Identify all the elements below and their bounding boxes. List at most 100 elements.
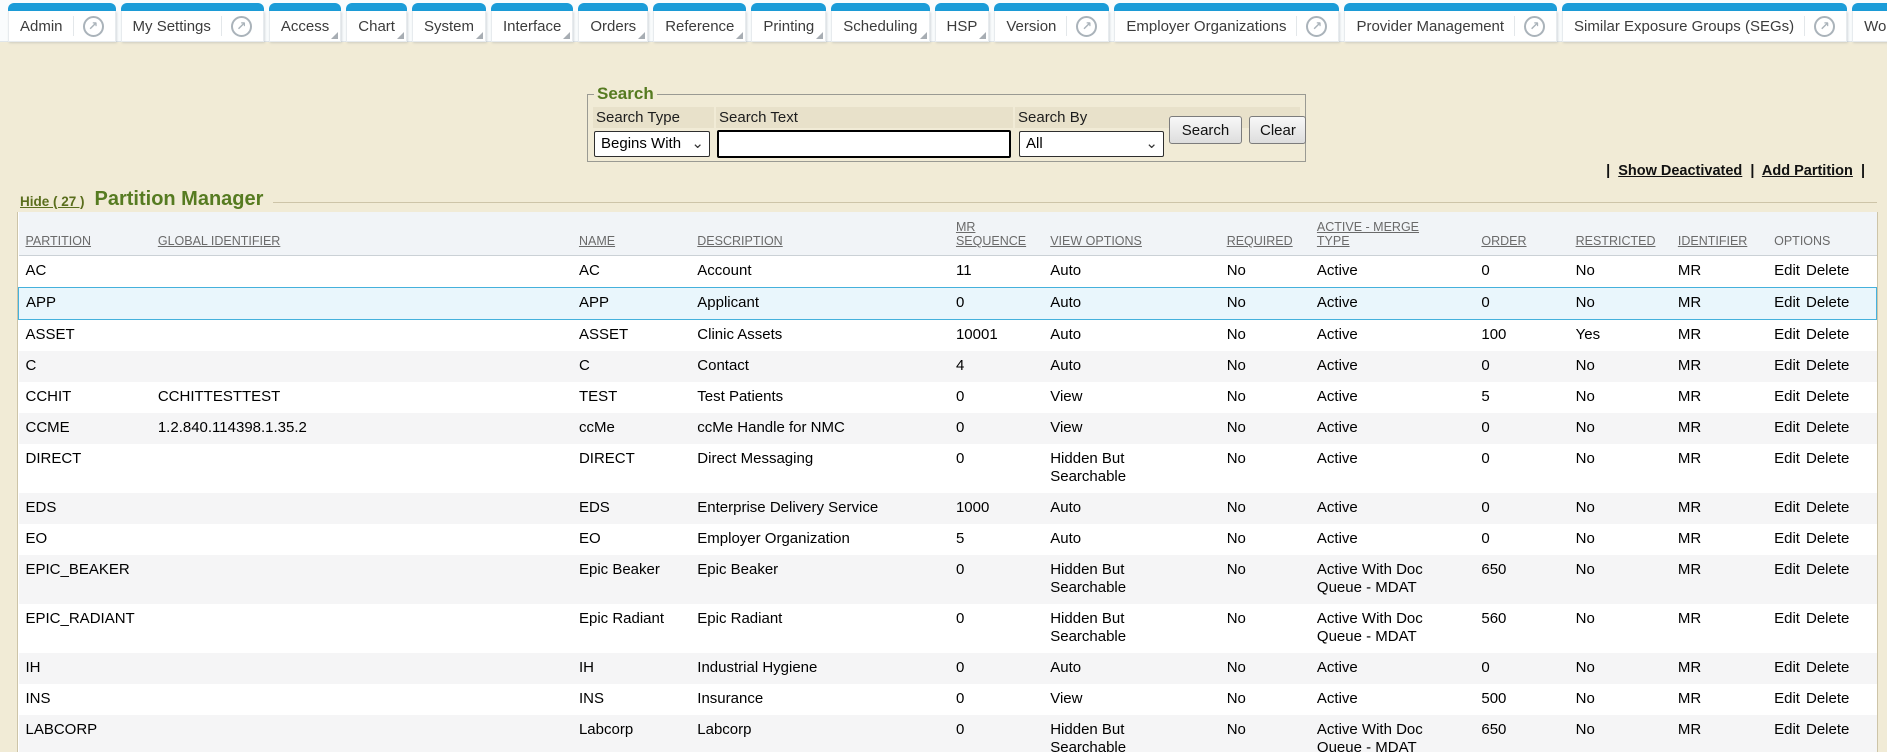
cell-mr-sequence: 0 [949,413,1043,444]
cell-active-merge-type: Active [1310,351,1474,382]
edit-link[interactable]: Edit [1774,450,1800,467]
edit-link[interactable]: Edit [1774,530,1800,547]
edit-link[interactable]: Edit [1774,357,1800,374]
nav-tab-printing[interactable]: Printing [751,3,826,42]
column-header-description[interactable]: DESCRIPTION [690,212,949,256]
delete-link[interactable]: Delete [1806,659,1849,676]
table-row-epic-radiant[interactable]: EPIC_RADIANTEpic RadiantEpic Radiant0Hid… [19,604,1877,653]
cell-restricted: No [1569,684,1671,715]
nav-tab-orders[interactable]: Orders [578,3,648,42]
cell-view-options: View [1043,684,1219,715]
table-row-epic-beaker[interactable]: EPIC_BEAKEREpic BeakerEpic Beaker0Hidden… [19,555,1877,604]
table-row-direct[interactable]: DIRECTDIRECTDirect Messaging0Hidden But … [19,444,1877,493]
delete-link[interactable]: Delete [1806,721,1849,738]
delete-link[interactable]: Delete [1806,326,1849,343]
delete-link[interactable]: Delete [1806,561,1849,578]
cell-restricted: Yes [1569,320,1671,352]
column-header-required[interactable]: REQUIRED [1220,212,1310,256]
edit-link[interactable]: Edit [1774,419,1800,436]
table-row-ccme[interactable]: CCME1.2.840.114398.1.35.2ccMeccMe Handle… [19,413,1877,444]
show-deactivated-link[interactable]: Show Deactivated [1618,163,1742,179]
nav-tab-my-settings[interactable]: My Settings ↗ [121,3,264,42]
column-header-active-merge-type[interactable]: ACTIVE - MERGE TYPE [1310,212,1474,256]
delete-link[interactable]: Delete [1806,294,1849,311]
search-by-select[interactable]: All ⌄ [1019,131,1164,157]
edit-link[interactable]: Edit [1774,326,1800,343]
delete-link[interactable]: Delete [1806,262,1849,279]
edit-link[interactable]: Edit [1774,721,1800,738]
external-link-icon[interactable]: ↗ [1076,16,1097,37]
nav-tab-access[interactable]: Access [269,3,341,42]
table-row-labcorp[interactable]: LABCORPLabcorpLabcorp0Hidden But Searcha… [19,715,1877,752]
table-row-eds[interactable]: EDSEDSEnterprise Delivery Service1000Aut… [19,493,1877,524]
delete-link[interactable]: Delete [1806,450,1849,467]
table-row-ac[interactable]: ACACAccount11AutoNoActive0NoMREditDelete [19,256,1877,288]
delete-link[interactable]: Delete [1806,530,1849,547]
dropdown-caret-icon [397,32,404,39]
table-row-asset[interactable]: ASSETASSETClinic Assets10001AutoNoActive… [19,320,1877,352]
external-link-icon[interactable]: ↗ [1306,16,1327,37]
add-partition-link[interactable]: Add Partition [1762,163,1853,179]
cell-partition: EO [19,524,151,555]
edit-link[interactable]: Edit [1774,294,1800,311]
table-row-c[interactable]: CCContact4AutoNoActive0NoMREditDelete [19,351,1877,382]
nav-tab-version[interactable]: Version ↗ [994,3,1109,42]
table-row-ih[interactable]: IHIHIndustrial Hygiene0AutoNoActive0NoMR… [19,653,1877,684]
nav-tab-work-locations[interactable]: Work Locations ↗ [1852,3,1887,42]
external-link-icon[interactable]: ↗ [83,16,104,37]
edit-link[interactable]: Edit [1774,690,1800,707]
table-row-cchit[interactable]: CCHITCCHITTESTTESTTESTTest Patients0View… [19,382,1877,413]
edit-link[interactable]: Edit [1774,388,1800,405]
cell-active-merge-type: Active With Doc Queue - MDAT [1310,604,1474,653]
edit-link[interactable]: Edit [1774,659,1800,676]
nav-tab-admin[interactable]: Admin ↗ [8,3,116,42]
cell-required: No [1220,653,1310,684]
column-header-mr-sequence[interactable]: MR SEQUENCE [949,212,1043,256]
nav-tab-similar-exposure-groups-segs[interactable]: Similar Exposure Groups (SEGs) ↗ [1562,3,1847,42]
nav-tab-provider-management[interactable]: Provider Management ↗ [1344,3,1557,42]
cell-global-identifier: CCHITTESTTEST [151,382,572,413]
nav-tab-employer-organizations[interactable]: Employer Organizations ↗ [1114,3,1339,42]
header-rule [273,202,1877,203]
delete-link[interactable]: Delete [1806,357,1849,374]
column-header-restricted[interactable]: RESTRICTED [1569,212,1671,256]
dropdown-caret-icon [331,32,338,39]
search-text-input[interactable] [717,130,1011,158]
column-header-partition[interactable]: PARTITION [19,212,151,256]
external-link-icon[interactable]: ↗ [1524,16,1545,37]
cell-active-merge-type: Active [1310,684,1474,715]
nav-tab-interface[interactable]: Interface [491,3,573,42]
nav-tab-system[interactable]: System [412,3,486,42]
column-header-order[interactable]: ORDER [1474,212,1568,256]
nav-tab-reference[interactable]: Reference [653,3,746,42]
edit-link[interactable]: Edit [1774,561,1800,578]
delete-link[interactable]: Delete [1806,499,1849,516]
column-header-global-identifier[interactable]: GLOBAL IDENTIFIER [151,212,572,256]
column-header-name[interactable]: NAME [572,212,690,256]
edit-link[interactable]: Edit [1774,610,1800,627]
cell-mr-sequence: 1000 [949,493,1043,524]
cell-restricted: No [1569,524,1671,555]
column-header-view-options[interactable]: VIEW OPTIONS [1043,212,1219,256]
nav-tab-chart[interactable]: Chart [346,3,407,42]
hide-toggle-link[interactable]: Hide ( 27 ) [20,191,85,209]
delete-link[interactable]: Delete [1806,610,1849,627]
external-link-icon[interactable]: ↗ [231,16,252,37]
delete-link[interactable]: Delete [1806,388,1849,405]
search-button[interactable]: Search [1169,116,1242,144]
edit-link[interactable]: Edit [1774,262,1800,279]
external-link-icon[interactable]: ↗ [1814,16,1835,37]
clear-button[interactable]: Clear [1249,116,1306,144]
table-row-eo[interactable]: EOEOEmployer Organization5AutoNoActive0N… [19,524,1877,555]
nav-tab-hsp[interactable]: HSP [935,3,990,42]
dropdown-caret-icon [816,32,823,39]
delete-link[interactable]: Delete [1806,419,1849,436]
delete-link[interactable]: Delete [1806,690,1849,707]
nav-tab-scheduling[interactable]: Scheduling [831,3,929,42]
table-row-ins[interactable]: INSINSInsurance0ViewNoActive500NoMREditD… [19,684,1877,715]
column-header-identifier[interactable]: IDENTIFIER [1671,212,1767,256]
table-row-app[interactable]: APPAPPApplicant0AutoNoActive0NoMREditDel… [19,288,1877,320]
cell-identifier: MR [1671,555,1767,604]
edit-link[interactable]: Edit [1774,499,1800,516]
search-type-select[interactable]: Begins With ⌄ [594,131,710,157]
